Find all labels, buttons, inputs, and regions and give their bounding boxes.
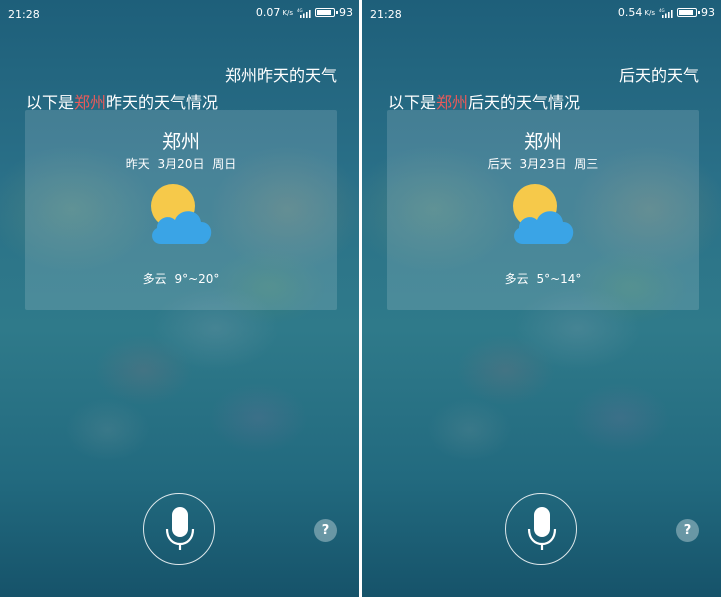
microphone-icon [527,507,557,550]
network-type-label: 4G [297,8,303,13]
status-indicators: 0.07 K/s 4G 93 [256,6,353,19]
weather-relative-day: 昨天 [125,157,150,171]
weather-weekday: 周三 [574,157,599,171]
network-type-label: 4G [659,8,665,13]
status-bar: 21:28 0.07 K/s 4G 93 [0,0,359,28]
weather-summary: 多云 9°~20° [25,270,337,287]
weather-city: 郑州 [161,131,200,153]
weather-relative-day: 后天 [487,157,512,171]
battery-icon [315,8,338,17]
weather-temp-range: 5°~14° [536,272,582,286]
status-time: 21:28 [8,8,40,21]
weather-condition: 多云 [504,272,529,286]
user-query-bubble: 郑州昨天的天气 [224,66,337,85]
weather-city: 郑州 [523,131,562,153]
network-speed: 0.07 [255,6,281,19]
weather-summary: 多云 5°~14° [387,270,699,287]
battery-level: 93 [339,6,353,19]
weather-date: 3月20日 [157,157,205,171]
signal-icon: 4G [297,8,311,18]
weather-temp-range: 9°~20° [174,272,220,286]
status-indicators: 0.54 K/s 4G 93 [618,6,715,19]
user-query-bubble: 后天的天气 [618,66,699,85]
weather-condition: 多云 [142,272,167,286]
microphone-icon [165,507,195,550]
weather-card[interactable]: 郑州 昨天 3月20日 周日 多云 9°~20° [25,110,337,310]
weather-date: 3月23日 [519,157,567,171]
help-button[interactable]: ? [676,519,699,542]
weather-date-line: 后天 3月23日 周三 [387,155,699,172]
split-screenshot: 21:28 0.07 K/s 4G 93 郑州昨天的天气 以下是郑州昨天的天气情… [0,0,722,600]
help-button[interactable]: ? [314,519,337,542]
network-speed: 0.54 [617,6,643,19]
signal-icon: 4G [659,8,673,18]
partly-cloudy-icon [151,184,212,244]
network-speed-unit: K/s [282,8,293,17]
partly-cloudy-icon [513,184,574,244]
voice-input-button[interactable] [143,493,215,565]
weather-date-line: 昨天 3月20日 周日 [25,155,337,172]
network-speed-unit: K/s [644,8,655,17]
weather-weekday: 周日 [212,157,237,171]
phone-screen-right: 21:28 0.54 K/s 4G 93 后天的天气 以下是郑州后天的天气情况 … [362,0,721,597]
phone-screen-left: 21:28 0.07 K/s 4G 93 郑州昨天的天气 以下是郑州昨天的天气情… [0,0,359,597]
voice-input-button[interactable] [505,493,577,565]
battery-icon [677,8,700,17]
weather-card[interactable]: 郑州 后天 3月23日 周三 多云 5°~14° [387,110,699,310]
status-time: 21:28 [370,8,402,21]
status-bar: 21:28 0.54 K/s 4G 93 [362,0,721,28]
battery-level: 93 [701,6,715,19]
